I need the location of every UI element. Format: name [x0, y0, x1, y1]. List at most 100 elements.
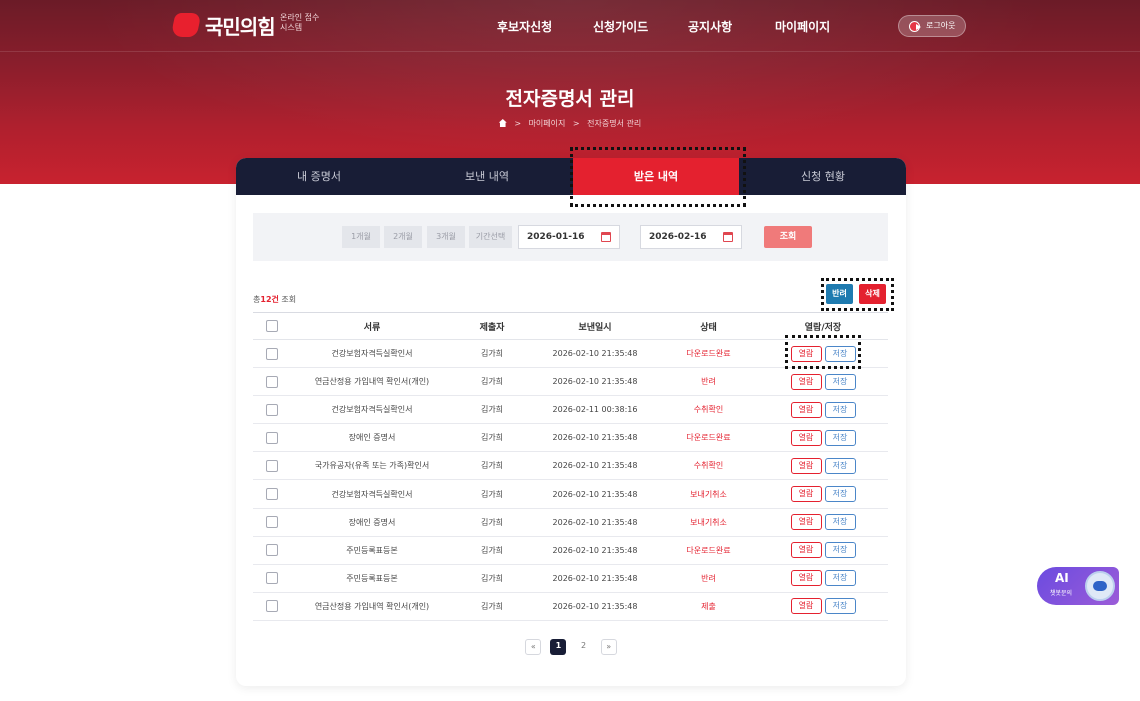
- table-row: 장애인 증명서 김가희 2026-02-10 21:35:48 다운로드완료 열람 저장: [253, 423, 888, 453]
- row-sent-at: 2026-02-10 21:35:48: [531, 508, 659, 537]
- logo-text[interactable]: 국민의힘: [205, 11, 276, 40]
- row-checkbox-cell: [253, 395, 291, 425]
- row-checkbox-cell: [253, 592, 291, 621]
- row-checkbox[interactable]: [266, 572, 278, 585]
- save-button[interactable]: 저장: [824, 345, 856, 362]
- end-date-value: 2026-02-16: [649, 232, 707, 242]
- row-actions: 열람 저장: [758, 564, 888, 593]
- row-checkbox[interactable]: [266, 488, 278, 501]
- save-button[interactable]: 저장: [824, 542, 856, 559]
- row-checkbox[interactable]: [266, 544, 278, 557]
- view-button[interactable]: 열람: [790, 514, 822, 531]
- tab-my-certificates[interactable]: 내 증명서: [236, 158, 402, 195]
- delete-button[interactable]: 삭제: [859, 284, 886, 304]
- save-button[interactable]: 저장: [824, 570, 856, 587]
- save-button[interactable]: 저장: [824, 401, 856, 418]
- row-document: 연금산정용 가입내역 확인서(개인): [291, 592, 453, 621]
- table-body: 건강보험자격득실확인서 김가희 2026-02-10 21:35:48 다운로드완료 열…: [253, 339, 888, 621]
- view-button[interactable]: 열람: [790, 345, 822, 362]
- chatbot-button[interactable]: AI 챗봇문의: [1037, 567, 1119, 605]
- nav-candidate-apply[interactable]: 후보자신청: [497, 18, 552, 35]
- start-date-input[interactable]: 2026-01-16: [518, 225, 620, 249]
- row-sent-at: 2026-02-10 21:35:48: [531, 536, 659, 565]
- period-2month-button[interactable]: 2개월: [384, 226, 422, 248]
- logo-subtitle: 온라인 접수 시스템: [280, 13, 320, 32]
- table-row: 국가유공자(유족 또는 가족)확인서 김가희 2026-02-10 21:35:48…: [253, 451, 888, 481]
- row-actions: 열람 저장: [758, 367, 888, 397]
- row-status: 다운로드완료: [659, 423, 758, 453]
- row-status: 다운로드완료: [659, 536, 758, 565]
- row-sent-at: 2026-02-10 21:35:48: [531, 367, 659, 397]
- row-document: 주민등록표등본: [291, 564, 453, 593]
- calendar-icon[interactable]: [601, 232, 611, 242]
- row-sent-at: 2026-02-10 21:35:48: [531, 339, 659, 369]
- view-button[interactable]: 열람: [790, 542, 822, 559]
- row-submitter: 김가희: [453, 395, 531, 425]
- content-card: 내 증명서 보낸 내역 받은 내역 신청 현황 1개월 2개월 3개월 기간선택…: [236, 158, 906, 686]
- pagination-page-2[interactable]: 2: [576, 639, 592, 655]
- row-document: 건강보험자격득실확인서: [291, 339, 453, 369]
- row-submitter: 김가희: [453, 536, 531, 565]
- home-icon[interactable]: [498, 119, 507, 127]
- save-button[interactable]: 저장: [824, 373, 856, 390]
- save-button[interactable]: 저장: [824, 598, 856, 615]
- tab-bar: 내 증명서 보낸 내역 받은 내역 신청 현황: [236, 158, 906, 195]
- period-1month-button[interactable]: 1개월: [342, 226, 380, 248]
- row-checkbox-cell: [253, 536, 291, 565]
- row-status: 보내기취소: [659, 508, 758, 537]
- row-checkbox[interactable]: [266, 600, 278, 613]
- row-actions: 열람 저장: [758, 339, 888, 369]
- view-button[interactable]: 열람: [790, 598, 822, 615]
- view-button[interactable]: 열람: [790, 373, 822, 390]
- row-submitter: 김가희: [453, 479, 531, 509]
- return-button[interactable]: 반려: [826, 284, 853, 304]
- robot-icon: [1085, 571, 1115, 601]
- column-header-submitter: 제출자: [453, 312, 531, 340]
- row-actions: 열람 저장: [758, 592, 888, 621]
- breadcrumb-mypage[interactable]: 마이페이지: [529, 119, 566, 128]
- nav-notice[interactable]: 공지사항: [688, 18, 732, 35]
- table-row: 건강보험자격득실확인서 김가희 2026-02-11 00:38:16 수취확인 열람 저…: [253, 395, 888, 425]
- nav-apply-guide[interactable]: 신청가이드: [593, 18, 648, 35]
- view-button[interactable]: 열람: [790, 457, 822, 474]
- tab-received-history[interactable]: 받은 내역: [573, 158, 739, 195]
- pagination-prev-button[interactable]: «: [525, 638, 542, 655]
- column-header-view-save: 열람/저장: [758, 312, 888, 340]
- row-checkbox[interactable]: [266, 516, 278, 529]
- save-button[interactable]: 저장: [824, 514, 856, 531]
- pagination-page-1[interactable]: 1: [550, 638, 567, 655]
- search-button[interactable]: 조회: [764, 226, 812, 248]
- period-3month-button[interactable]: 3개월: [427, 226, 465, 248]
- row-status: 제출: [659, 592, 758, 621]
- row-checkbox[interactable]: [266, 347, 278, 360]
- row-sent-at: 2026-02-10 21:35:48: [531, 564, 659, 593]
- view-button[interactable]: 열람: [790, 486, 822, 503]
- pagination-next-button[interactable]: »: [600, 638, 617, 655]
- row-checkbox[interactable]: [266, 431, 278, 444]
- table-row: 건강보험자격득실확인서 김가희 2026-02-10 21:35:48 다운로드완료 열…: [253, 339, 888, 369]
- logout-button[interactable]: 로그아웃: [898, 15, 966, 37]
- logo-icon[interactable]: [170, 13, 202, 37]
- save-button[interactable]: 저장: [824, 486, 856, 503]
- row-checkbox[interactable]: [266, 459, 278, 472]
- row-submitter: 김가희: [453, 508, 531, 537]
- period-custom-button[interactable]: 기간선택: [469, 226, 512, 248]
- save-button[interactable]: 저장: [824, 457, 856, 474]
- nav-mypage[interactable]: 마이페이지: [775, 18, 830, 35]
- row-checkbox[interactable]: [266, 403, 278, 416]
- view-button[interactable]: 열람: [790, 570, 822, 587]
- tab-sent-history[interactable]: 보낸 내역: [404, 158, 570, 195]
- calendar-icon[interactable]: [723, 232, 733, 242]
- row-submitter: 김가희: [453, 451, 531, 481]
- logout-icon: [909, 21, 921, 32]
- view-button[interactable]: 열람: [790, 429, 822, 446]
- row-actions: 열람 저장: [758, 508, 888, 537]
- select-all-checkbox[interactable]: [266, 320, 278, 332]
- row-checkbox-cell: [253, 564, 291, 593]
- column-header-document: 서류: [291, 312, 453, 340]
- view-button[interactable]: 열람: [790, 401, 822, 418]
- row-checkbox[interactable]: [266, 375, 278, 388]
- save-button[interactable]: 저장: [824, 429, 856, 446]
- end-date-input[interactable]: 2026-02-16: [640, 225, 742, 249]
- tab-application-status[interactable]: 신청 현황: [740, 158, 906, 195]
